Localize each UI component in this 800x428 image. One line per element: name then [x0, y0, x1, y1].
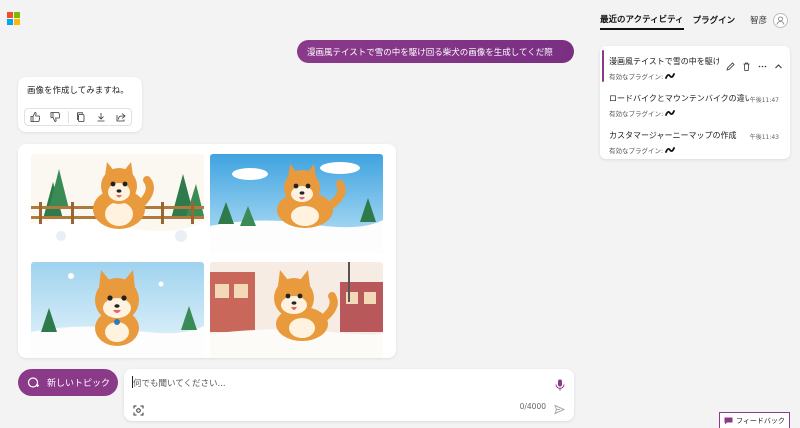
send-icon[interactable] [554, 400, 566, 419]
conversation-item[interactable]: カスタマージャーニーマップの作成 有効なプラグイン: 午後11:43 [600, 122, 790, 158]
conversation-plugins: 有効なプラグイン: [609, 71, 676, 81]
feedback-icon [724, 417, 733, 424]
user-message: 漫画風テイストで雪の中を駆け回る柴犬の画像を生成してくだ際 [297, 40, 574, 63]
plugin-icon [665, 110, 676, 116]
bot-message-text: 画像を作成してみますね。 [27, 86, 129, 96]
tab-plugins[interactable]: プラグイン [693, 14, 736, 29]
new-topic-icon [25, 375, 41, 391]
conversation-plugins-label: 有効なプラグイン: [609, 73, 664, 81]
bot-message: 画像を作成してみますね。 [18, 77, 142, 132]
bot-action-bar [24, 108, 132, 126]
character-counter: 0/4000 [519, 402, 546, 411]
thumbs-up-icon[interactable] [28, 110, 42, 124]
delete-icon[interactable] [742, 56, 751, 75]
microsoft-logo [7, 12, 20, 25]
microphone-icon[interactable] [555, 376, 565, 395]
more-options-icon[interactable] [758, 56, 767, 75]
user-name[interactable]: 智彦 [750, 14, 767, 29]
avatar[interactable] [773, 12, 789, 28]
conversation-actions [726, 56, 783, 75]
conversation-plugins-label: 有効なプラグイン: [609, 147, 664, 155]
feedback-button[interactable]: フィードバック [719, 412, 790, 428]
chat-input-placeholder[interactable]: 何でも聞いてください... [133, 377, 226, 389]
feedback-label: フィードバック [736, 416, 785, 425]
generated-image-2[interactable] [210, 154, 383, 253]
divider [67, 111, 69, 123]
new-topic-button[interactable]: 新しいトピック [18, 369, 118, 396]
conversation-item[interactable]: ロードバイクとマウンテンバイクの違い 有効なプラグイン: 午後11:47 [600, 85, 790, 121]
chevron-up-icon[interactable] [774, 56, 783, 75]
new-topic-label: 新しいトピック [47, 379, 111, 389]
plugin-icon [665, 73, 676, 79]
chat-input-box[interactable]: 何でも聞いてください... 0/4000 [124, 369, 574, 421]
top-navigation: 最近のアクティビティ プラグイン 智彦 [600, 12, 789, 30]
copy-icon[interactable] [74, 110, 88, 124]
generated-image-4[interactable] [210, 262, 383, 358]
conversation-time: 午後11:43 [749, 134, 779, 141]
conversation-plugins-label: 有効なプラグイン: [609, 110, 664, 118]
recent-activity-panel: 漫画風テイストで雪の中を駆け回る 有効なプラグイン: ロードバイクとマウンテンバ… [600, 46, 790, 159]
conversation-time: 午後11:47 [749, 97, 779, 104]
conversation-item-active[interactable]: 漫画風テイストで雪の中を駆け回る 有効なプラグイン: [600, 48, 790, 84]
conversation-title: 漫画風テイストで雪の中を駆け回る [609, 57, 719, 66]
generated-image-3[interactable] [31, 262, 204, 358]
edit-icon[interactable] [726, 56, 735, 75]
thumbs-down-icon[interactable] [48, 110, 62, 124]
generated-image-1[interactable] [31, 154, 204, 253]
conversation-plugins: 有効なプラグイン: [609, 145, 676, 155]
conversation-title: ロードバイクとマウンテンバイクの違い [609, 94, 749, 103]
conversation-title: カスタマージャーニーマップの作成 [609, 131, 737, 140]
tab-recent-activity[interactable]: 最近のアクティビティ [600, 13, 684, 30]
generated-images-card [18, 144, 396, 358]
plugin-icon [665, 147, 676, 153]
conversation-plugins: 有効なプラグイン: [609, 108, 676, 118]
image-scan-icon[interactable] [133, 401, 144, 420]
download-icon[interactable] [94, 110, 108, 124]
share-icon[interactable] [114, 110, 128, 124]
